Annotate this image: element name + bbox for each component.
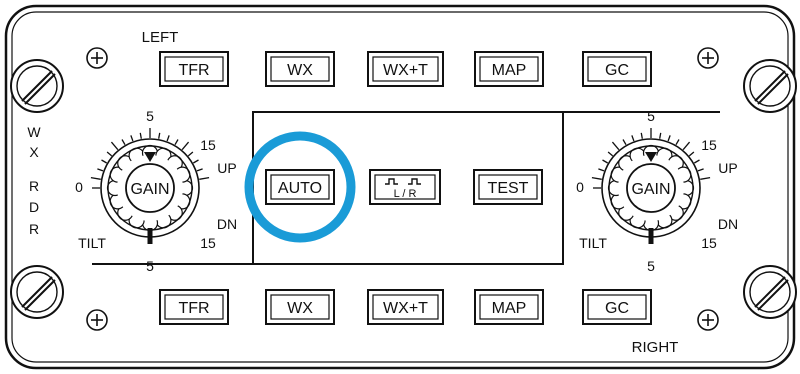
test-button[interactable]: TEST: [473, 169, 543, 205]
left-label: LEFT: [142, 29, 179, 46]
svg-text:GC: GC: [605, 62, 629, 79]
left-scale-upper-15: 15: [200, 137, 216, 153]
screw-plus-icon: [86, 309, 108, 331]
left-dn-label: DN: [217, 216, 237, 232]
bottom-wx-button[interactable]: WX: [265, 289, 335, 325]
svg-text:L / R: L / R: [394, 188, 417, 200]
bottom-map-button[interactable]: MAP: [474, 289, 544, 325]
right-scale-zero: 0: [576, 179, 584, 195]
svg-text:R: R: [29, 221, 39, 237]
svg-text:WX+T: WX+T: [383, 300, 428, 317]
screw-plus-icon: [86, 47, 108, 69]
left-scale-lower-15: 15: [200, 235, 216, 251]
top-tfr-button[interactable]: TFR: [159, 51, 229, 87]
bottom-tfr-button[interactable]: TFR: [159, 289, 229, 325]
auto-button[interactable]: AUTO: [265, 169, 335, 205]
svg-text:WX+T: WX+T: [383, 62, 428, 79]
left-up-label: UP: [217, 160, 236, 176]
right-dn-label: DN: [718, 216, 738, 232]
svg-text:R: R: [29, 178, 39, 194]
bottom-wx-t-button[interactable]: WX+T: [367, 289, 444, 325]
fastener-slot-icon: [10, 59, 64, 113]
svg-text:TFR: TFR: [178, 62, 209, 79]
top-gc-button[interactable]: GC: [582, 51, 652, 87]
fastener-slot-icon: [743, 59, 797, 113]
right-tilt-label: TILT: [579, 235, 607, 251]
top-wx-t-button[interactable]: WX+T: [367, 51, 444, 87]
right-scale-lower-15: 15: [701, 235, 717, 251]
fastener-slot-icon: [743, 265, 797, 319]
svg-text:WX: WX: [287, 300, 313, 317]
left-scale-top-5: 5: [146, 108, 154, 124]
screw-plus-icon: [697, 47, 719, 69]
gain-label: GAIN: [631, 181, 670, 198]
left-right-select-button[interactable]: L / R: [369, 169, 441, 205]
gain-label: GAIN: [130, 181, 169, 198]
right-scale-upper-15: 15: [701, 137, 717, 153]
tilt-indicator-icon: [147, 228, 153, 244]
svg-text:X: X: [29, 144, 39, 160]
radar-control-panel: LEFT RIGHT W X R D R TFR WX WX+T MAP GC …: [4, 4, 797, 370]
left-scale-bottom-5: 5: [146, 258, 154, 274]
right-label: RIGHT: [632, 339, 679, 356]
svg-text:MAP: MAP: [492, 300, 527, 317]
svg-text:WX: WX: [287, 62, 313, 79]
top-map-button[interactable]: MAP: [474, 51, 544, 87]
svg-text:GC: GC: [605, 300, 629, 317]
tilt-indicator-icon: [648, 228, 654, 244]
right-scale-top-5: 5: [647, 108, 655, 124]
left-tilt-label: TILT: [78, 235, 106, 251]
svg-text:TEST: TEST: [488, 180, 529, 197]
screw-plus-icon: [697, 309, 719, 331]
right-up-label: UP: [718, 160, 737, 176]
top-wx-button[interactable]: WX: [265, 51, 335, 87]
svg-text:TFR: TFR: [178, 300, 209, 317]
left-scale-zero: 0: [75, 179, 83, 195]
right-scale-bottom-5: 5: [647, 258, 655, 274]
fastener-slot-icon: [10, 265, 64, 319]
bottom-gc-button[interactable]: GC: [582, 289, 652, 325]
svg-text:AUTO: AUTO: [278, 180, 322, 197]
svg-text:MAP: MAP: [492, 62, 527, 79]
svg-text:D: D: [29, 199, 39, 215]
svg-text:W: W: [27, 124, 41, 140]
